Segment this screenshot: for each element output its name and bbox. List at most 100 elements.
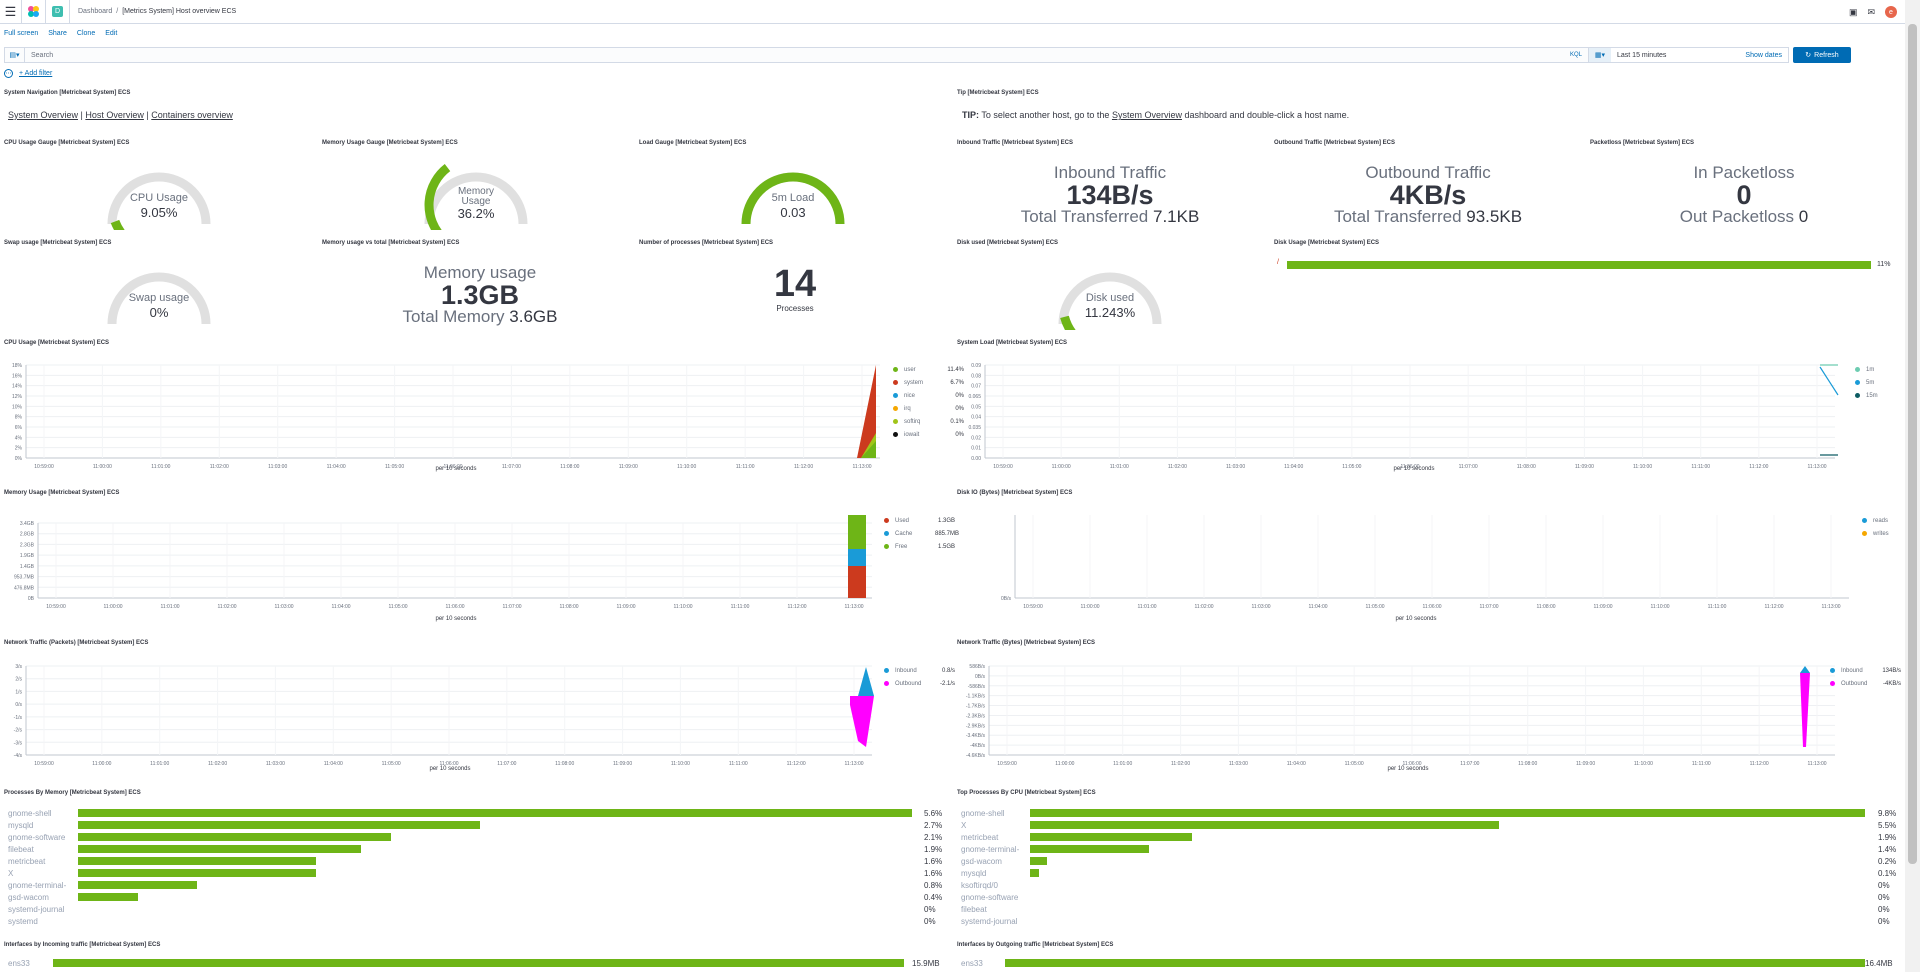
avatar[interactable]: e [1885,6,1897,18]
bar-row[interactable]: filebeat 1.9% [4,844,950,854]
bar-row[interactable]: systemd-journal 0% [4,904,950,914]
refresh-button[interactable]: ↻ Refresh [1793,47,1851,63]
legend-item[interactable]: Inbound 0.8/s [884,664,955,677]
panel-title: Disk used [Metricbeat System] ECS [957,240,1059,246]
x-tick-label: 11:01:00 [160,604,179,610]
panel-title: Interfaces by Incoming traffic [Metricbe… [4,942,161,948]
bar-row[interactable]: X 1.6% [4,868,950,878]
x-axis-label: per 10 seconds [429,766,471,772]
y-tick-label: 476.8MB [14,585,35,591]
x-tick-label: 11:10:00 [673,604,692,610]
x-tick-label: 11:05:00 [388,604,407,610]
bar [78,833,391,841]
x-tick-label: 11:11:00 [1692,761,1711,767]
series-bar-used [848,566,866,598]
bar-row[interactable]: ens33 15.9MB [4,958,950,968]
x-tick-label: 11:13:00 [844,761,863,767]
x-tick-label: 11:12:00 [1750,761,1769,767]
legend-item[interactable]: irq 0% [893,402,964,415]
bar-row[interactable]: gsd-wacom 0.4% [4,892,950,902]
legend-item[interactable]: Inbound 134B/s [1830,664,1901,677]
add-filter-button[interactable]: + Add filter [19,70,52,77]
scrollbar-thumb[interactable] [1908,24,1917,864]
bar-row[interactable]: gnome-software 2.1% [4,832,950,842]
bar-row[interactable]: metricbeat 1.9% [957,832,1903,842]
bar [78,881,198,889]
page-scrollbar[interactable] [1905,0,1920,972]
metric-sub-label: Out Packetloss [1679,207,1795,226]
saved-query-icon[interactable]: ▤▾ [5,48,25,62]
share-button[interactable]: Share [48,30,67,37]
show-dates-button[interactable]: Show dates [1745,52,1782,59]
link-host-overview[interactable]: Host Overview [85,110,144,120]
link-containers-overview[interactable]: Containers overview [151,110,233,120]
elastic-logo-icon[interactable] [22,0,46,24]
x-tick-label: 11:08:00 [555,761,574,767]
legend-item[interactable]: Cache 885.7MB [884,527,959,540]
bar-row[interactable]: mysqld 2.7% [4,820,950,830]
x-tick-label: 11:13:00 [1807,464,1826,470]
bar-label: filebeat [961,904,987,914]
kql-toggle[interactable]: KQL [1570,52,1582,58]
bar-row[interactable]: gnome-shell 5.6% [4,808,950,818]
bar-label: ens33 [961,958,983,968]
x-tick-label: 11:11:00 [1691,464,1710,470]
bar-row[interactable]: ksoftirqd/0 0% [957,880,1903,890]
x-tick-label: 11:13:00 [1821,604,1840,610]
bar-row[interactable]: gsd-wacom 0.2% [957,856,1903,866]
menu-icon[interactable]: ☰ [0,0,22,24]
filter-options-icon[interactable]: ⋯ [4,69,13,78]
legend-item[interactable]: Outbound -2.1/s [884,677,955,690]
search-input[interactable]: Search [31,52,1570,59]
breadcrumb-dashboard[interactable]: Dashboard [78,8,112,15]
bar-row[interactable]: mysqld 0.1% [957,868,1903,878]
legend-dot-icon [1862,518,1867,523]
bar-row[interactable]: systemd 0% [4,916,950,926]
panel-title: Network Traffic (Bytes) [Metricbeat Syst… [957,640,1096,646]
calendar-icon[interactable]: ▦▾ [1589,48,1611,62]
bar-label: gnome-terminal- [8,880,67,890]
x-tick-label: 11:11:00 [1708,604,1727,610]
inbound-traffic-metric: Inbound Traffic 134B/s Total Transferred… [1000,164,1220,226]
legend-item[interactable]: iowait 0% [893,428,964,441]
legend-item[interactable]: user 11.4% [893,363,964,376]
clone-button[interactable]: Clone [77,30,95,37]
dashboard-app: ☰ D Dashboard / [Metrics System] Host ov… [0,0,1920,972]
bar-row[interactable]: gnome-shell 9.8% [957,808,1903,818]
legend-item[interactable]: Outbound -4KB/s [1830,677,1901,690]
tip-link-system-overview[interactable]: System Overview [1112,110,1182,120]
y-tick-label: -2.9KB/s [966,723,986,729]
panel-title: Memory Usage Gauge [Metricbeat System] E… [322,140,458,146]
y-tick-label: 0.02 [971,435,981,441]
memory-total-metric: Memory usage 1.3GB Total Memory 3.6GB [380,264,580,326]
full-screen-button[interactable]: Full screen [4,30,38,37]
bar [1005,959,1865,967]
x-tick-label: 10:59:00 [997,761,1017,767]
bar-row[interactable]: gnome-terminal- 0.8% [4,880,950,890]
bar-row[interactable]: X 5.5% [957,820,1903,830]
bar-row[interactable]: gnome-software 0% [957,892,1903,902]
bar-row[interactable]: gnome-terminal- 1.4% [957,844,1903,854]
newsfeed-icon[interactable]: ▣ [1849,7,1858,18]
y-tick-label: 2/s [15,677,22,683]
legend-item[interactable]: system 6.7% [893,376,964,389]
bar-row[interactable]: filebeat 0% [957,904,1903,914]
panel-title: Memory Usage [Metricbeat System] ECS [4,490,120,496]
mail-icon[interactable]: ✉ [1867,7,1875,18]
legend-item[interactable]: nice 0% [893,389,964,402]
panel-title: Inbound Traffic [Metricbeat System] ECS [957,140,1074,146]
bar-row[interactable]: metricbeat 1.6% [4,856,950,866]
legend-item[interactable]: Used 1.3GB [884,514,955,527]
legend-item[interactable]: softirq 0.1% [893,415,964,428]
legend-value: 6.7% [950,379,964,386]
legend-item[interactable]: Free 1.5GB [884,540,955,553]
bar-row[interactable]: ens33 16.4MB [957,958,1903,968]
tip-text-1: To select another host, go to the [981,110,1110,120]
link-system-overview[interactable]: System Overview [8,110,78,120]
bar-row[interactable]: systemd-journal 0% [957,916,1903,926]
space-selector[interactable]: D [46,0,70,24]
time-range-value[interactable]: Last 15 minutes [1617,52,1745,59]
bar [78,845,361,853]
edit-button[interactable]: Edit [105,30,117,37]
legend-name: iowait [904,431,920,438]
